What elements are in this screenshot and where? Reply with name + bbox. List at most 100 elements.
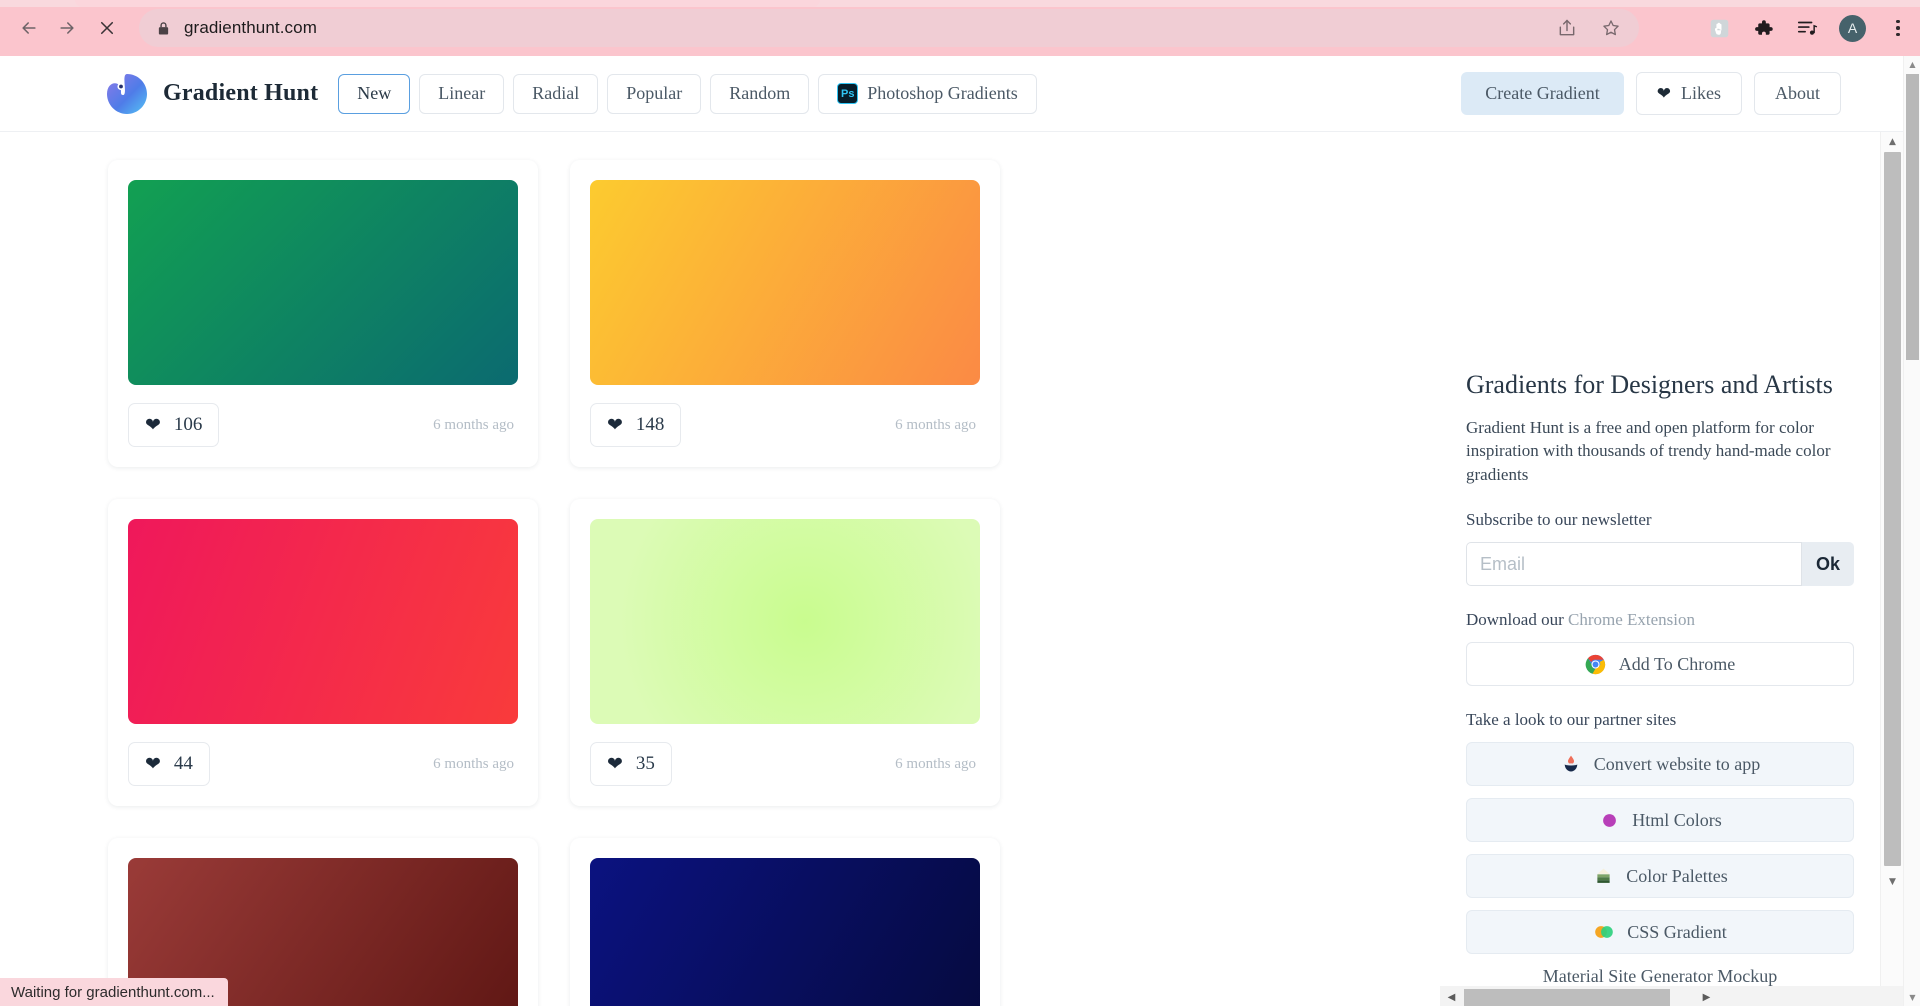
like-button[interactable]: ❤ 106 (128, 403, 220, 447)
like-button[interactable]: ❤ 44 (128, 742, 210, 786)
page-scroll-thumb[interactable] (1906, 74, 1919, 360)
gradient-swatch[interactable] (128, 180, 518, 385)
gradient-swatch[interactable] (590, 519, 980, 724)
media-playlist-icon[interactable] (1795, 16, 1819, 40)
gradient-card-footer: ❤ 44 6 months ago (128, 742, 518, 786)
add-to-chrome-button[interactable]: Add To Chrome (1466, 642, 1854, 687)
two-circles-icon (1593, 921, 1615, 943)
tab-photoshop-gradients[interactable]: Ps Photoshop Gradients (818, 73, 1037, 114)
tab-popular[interactable]: Popular (607, 73, 702, 114)
gradient-card[interactable]: ❤ 106 6 months ago (108, 160, 538, 467)
gradient-timestamp: 6 months ago (433, 755, 514, 772)
brand[interactable]: Gradient Hunt (105, 72, 318, 116)
brand-name: Gradient Hunt (163, 80, 319, 106)
gradient-grid: ❤ 106 6 months ago ❤ 148 6 months ago ❤ 44 6 mon… (0, 132, 1440, 1006)
back-button[interactable] (12, 11, 46, 45)
gradient-hunt-logo-icon (105, 72, 149, 116)
create-gradient-label: Create Gradient (1485, 83, 1600, 103)
like-count: 35 (635, 753, 655, 774)
avatar[interactable]: A (1839, 14, 1866, 42)
gradient-swatch[interactable] (590, 858, 980, 1006)
hand-extension-icon[interactable] (1707, 16, 1731, 40)
stop-loading-button[interactable] (90, 11, 124, 45)
sidebar-cutoff-text: Material Site Generator Mockup (1542, 966, 1778, 987)
scroll-down-icon[interactable]: ▼ (1881, 872, 1903, 891)
sidebar-description: Gradient Hunt is a free and open platfor… (1466, 417, 1831, 484)
tab-random[interactable]: Random (710, 73, 810, 114)
gradient-swatch[interactable] (590, 180, 980, 385)
tab-radial-label: Radial (532, 83, 580, 103)
gradient-card-footer: ❤ 148 6 months ago (590, 403, 980, 447)
create-gradient-button[interactable]: Create Gradient (1461, 72, 1624, 115)
chrome-extension-label-prefix: Download our (1466, 610, 1568, 630)
page-scroll-down-icon[interactable]: ▼ (1904, 989, 1920, 1006)
address-bar[interactable]: gradienthunt.com (139, 9, 1639, 47)
like-count: 148 (635, 414, 665, 435)
browser-chrome: gradienthunt.com A (0, 0, 1920, 56)
sidebar-scroll-thumb[interactable] (1884, 152, 1901, 866)
sidebar: Gradients for Designers and Artists Grad… (1440, 132, 1880, 1006)
gradient-card[interactable]: ❤ 148 6 months ago (570, 160, 1000, 467)
page-scroll-up-icon[interactable]: ▲ (1904, 56, 1920, 73)
sidebar-scrollbar[interactable]: ▲ ▼ (1880, 132, 1903, 1006)
partner-label: Color Palettes (1626, 865, 1728, 886)
like-button[interactable]: ❤ 35 (590, 742, 672, 786)
heart-icon: ❤ (145, 414, 161, 436)
active-tab[interactable] (75, 0, 820, 7)
tab-popular-label: Popular (626, 83, 683, 103)
add-to-chrome-label: Add To Chrome (1618, 653, 1736, 674)
chrome-extension-label: Download our Chrome Extension (1466, 610, 1854, 630)
newsletter-form: Ok (1466, 542, 1854, 587)
like-count: 44 (173, 753, 193, 774)
status-text: Waiting for gradienthunt.com... (11, 983, 215, 1001)
primary-nav: New Linear Radial Popular Random Ps Phot… (338, 73, 1037, 114)
sidebar-region: Gradients for Designers and Artists Grad… (1440, 132, 1903, 1006)
chrome-extension-link[interactable]: Chrome Extension (1568, 610, 1695, 629)
scroll-left-icon[interactable]: ◀ (1440, 986, 1463, 1006)
likes-label: Likes (1681, 83, 1721, 103)
star-icon[interactable] (1601, 18, 1621, 38)
partner-label: Html Colors (1632, 809, 1722, 830)
header-actions: Create Gradient ❤ Likes About (1461, 72, 1841, 115)
partner-color-palettes[interactable]: Color Palettes (1466, 854, 1854, 899)
heart-icon: ❤ (145, 753, 161, 775)
lock-icon (155, 20, 171, 36)
status-bubble: Waiting for gradienthunt.com... (0, 978, 228, 1006)
forward-button[interactable] (50, 11, 84, 45)
gradient-card[interactable]: ❤ 44 6 months ago (108, 499, 538, 806)
newsletter-ok-button[interactable]: Ok (1802, 542, 1854, 587)
like-button[interactable]: ❤ 148 (590, 403, 682, 447)
sidebar-horizontal-scrollbar[interactable]: ◀ ▶ (1440, 986, 1903, 1006)
heart-icon: ❤ (607, 414, 623, 436)
partner-label: CSS Gradient (1627, 921, 1727, 942)
close-x-icon (100, 21, 114, 35)
newsletter-label: Subscribe to our newsletter (1466, 510, 1652, 530)
omnibox-actions (1557, 9, 1621, 47)
partner-convert-website-to-app[interactable]: Convert website to app (1466, 742, 1854, 787)
puzzle-extensions-icon[interactable] (1751, 16, 1775, 40)
tab-linear-label: Linear (438, 83, 486, 103)
likes-button[interactable]: ❤ Likes (1635, 72, 1742, 115)
photoshop-icon: Ps (837, 83, 859, 104)
scroll-up-icon[interactable]: ▲ (1881, 132, 1903, 151)
scroll-right-icon[interactable]: ▶ (1695, 986, 1718, 1006)
page-scrollbar[interactable]: ▲ ▼ (1903, 56, 1920, 1006)
gradient-timestamp: 6 months ago (433, 416, 514, 433)
gradient-card-footer: ❤ 106 6 months ago (128, 403, 518, 447)
tab-radial[interactable]: Radial (513, 73, 599, 114)
tab-linear[interactable]: Linear (419, 73, 505, 114)
email-field[interactable] (1466, 542, 1802, 587)
gradient-card[interactable]: ❤436 months ago (570, 838, 1000, 1006)
gradient-card[interactable]: ❤ 35 6 months ago (570, 499, 1000, 806)
sidebar-hscroll-thumb[interactable] (1464, 989, 1670, 1006)
gradient-swatch[interactable] (128, 519, 518, 724)
three-dot-menu-icon[interactable] (1886, 16, 1910, 40)
page-viewport: Gradient Hunt New Linear Radial Popular … (0, 56, 1920, 1006)
about-button[interactable]: About (1754, 72, 1841, 115)
back-arrow-icon (22, 22, 36, 34)
partner-css-gradient[interactable]: CSS Gradient (1466, 910, 1854, 955)
tab-new[interactable]: New (338, 73, 411, 114)
purple-dot-icon (1598, 809, 1620, 831)
share-icon[interactable] (1557, 18, 1577, 38)
partner-html-colors[interactable]: Html Colors (1466, 798, 1854, 843)
